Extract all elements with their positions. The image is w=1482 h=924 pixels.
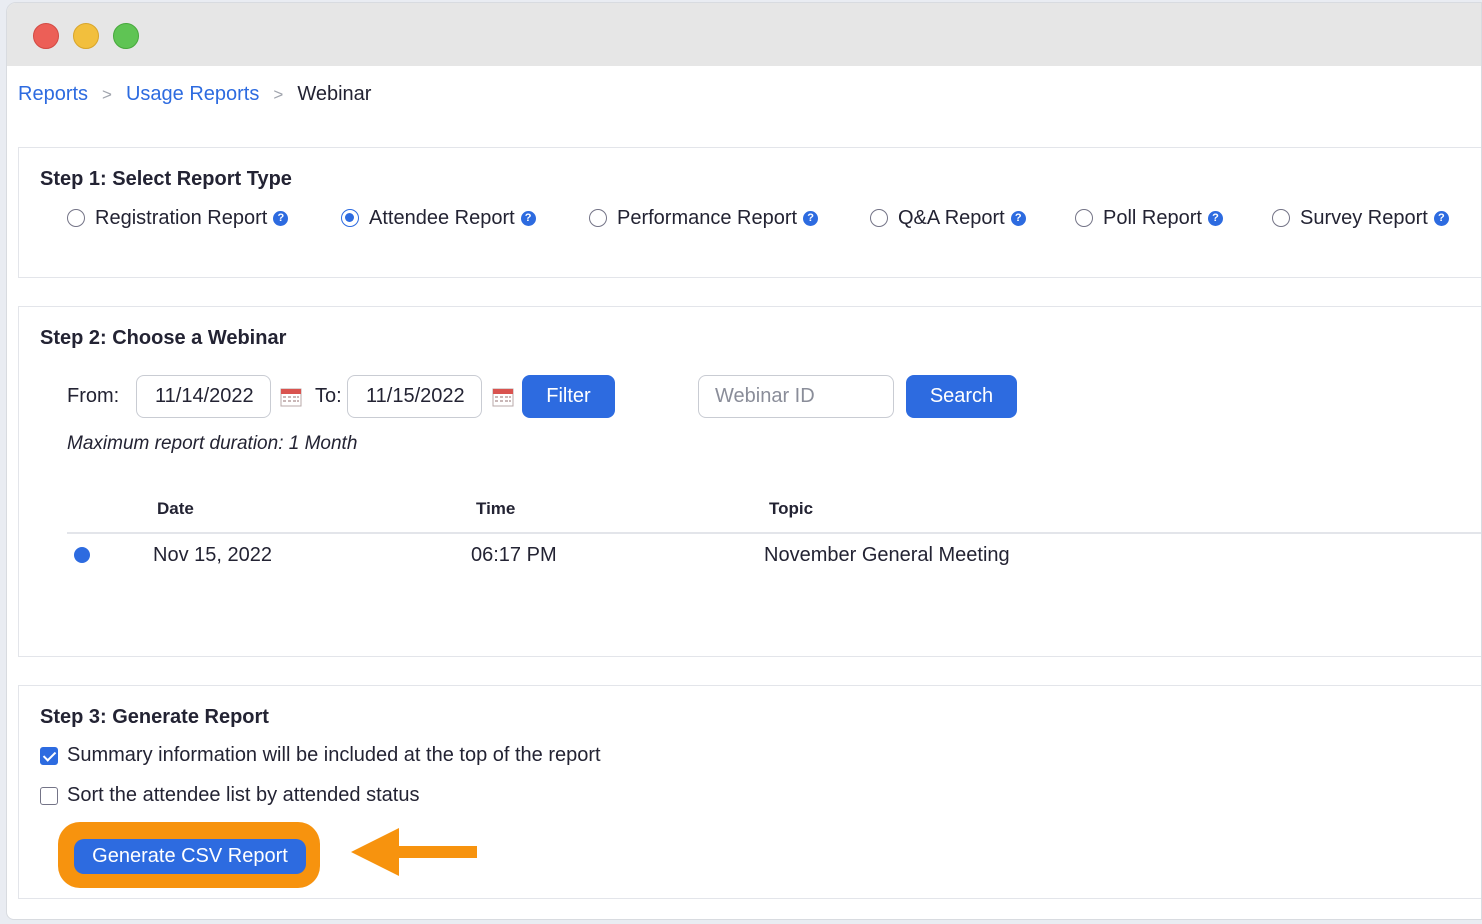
report-type-performance[interactable]: Performance Report ? bbox=[589, 206, 819, 230]
row-time: 06:17 PM bbox=[471, 544, 557, 566]
breadcrumb-current: Webinar bbox=[297, 83, 372, 105]
breadcrumb-usage-reports[interactable]: Usage Reports bbox=[126, 83, 259, 106]
arrow-left-icon bbox=[351, 828, 477, 876]
column-header-topic: Topic bbox=[769, 499, 814, 518]
step1-panel: Step 1: Select Report Type Registration … bbox=[18, 147, 1481, 278]
report-type-registration[interactable]: Registration Report ? bbox=[67, 206, 289, 230]
calendar-icon[interactable] bbox=[492, 387, 514, 407]
to-label: To: bbox=[315, 385, 342, 407]
radio-label: Poll Report bbox=[1103, 206, 1202, 229]
minimize-window-button[interactable] bbox=[73, 23, 99, 49]
column-header-date: Date bbox=[157, 499, 194, 518]
radio-attendee[interactable] bbox=[341, 209, 359, 227]
breadcrumb-reports[interactable]: Reports bbox=[18, 83, 88, 106]
report-type-qa[interactable]: Q&A Report ? bbox=[870, 207, 1026, 230]
help-icon[interactable]: ? bbox=[273, 210, 289, 226]
webinar-id-input[interactable] bbox=[698, 375, 894, 418]
app-window: Reports > Usage Reports > Webinar Step 1… bbox=[6, 2, 1482, 920]
close-window-button[interactable] bbox=[33, 23, 59, 49]
radio-label: Attendee Report bbox=[369, 206, 515, 229]
radio-performance[interactable] bbox=[589, 209, 607, 227]
report-type-attendee[interactable]: Attendee Report ? bbox=[341, 207, 536, 230]
summary-info-checkbox[interactable] bbox=[40, 746, 58, 765]
breadcrumb-separator: > bbox=[102, 84, 112, 104]
help-icon[interactable]: ? bbox=[520, 210, 536, 226]
checkbox-label: Sort the attendee list by attended statu… bbox=[67, 784, 420, 806]
row-selected-radio[interactable] bbox=[74, 547, 90, 563]
calendar-icon[interactable] bbox=[280, 387, 302, 407]
column-header-time: Time bbox=[476, 499, 516, 518]
help-icon[interactable]: ? bbox=[1010, 210, 1026, 226]
filter-button[interactable]: Filter bbox=[522, 375, 615, 418]
radio-label: Performance Report bbox=[617, 206, 798, 229]
row-topic: November General Meeting bbox=[764, 544, 1010, 566]
table-header-divider bbox=[67, 532, 1481, 534]
radio-survey[interactable] bbox=[1272, 209, 1290, 227]
sort-attendee-option[interactable]: Sort the attendee list by attended statu… bbox=[40, 784, 419, 807]
maximize-window-button[interactable] bbox=[113, 23, 139, 49]
generate-csv-report-button[interactable]: Generate CSV Report bbox=[74, 839, 306, 874]
step2-panel: Step 2: Choose a Webinar From: 11/14/202… bbox=[18, 306, 1481, 657]
summary-info-option[interactable]: Summary information will be included at … bbox=[40, 744, 601, 767]
help-icon[interactable]: ? bbox=[1433, 210, 1449, 226]
radio-registration[interactable] bbox=[67, 209, 85, 227]
checkbox-label: Summary information will be included at … bbox=[67, 744, 601, 766]
search-button[interactable]: Search bbox=[906, 375, 1017, 418]
from-label: From: bbox=[67, 385, 120, 407]
row-date: Nov 15, 2022 bbox=[153, 544, 272, 566]
max-duration-note: Maximum report duration: 1 Month bbox=[67, 433, 358, 454]
step1-title: Step 1: Select Report Type bbox=[40, 168, 292, 190]
radio-qa[interactable] bbox=[870, 209, 888, 227]
radio-poll[interactable] bbox=[1075, 209, 1093, 227]
step3-title: Step 3: Generate Report bbox=[40, 706, 269, 728]
to-date-input[interactable]: 11/15/2022 bbox=[347, 375, 482, 418]
report-type-poll[interactable]: Poll Report ? bbox=[1075, 207, 1223, 230]
from-date-input[interactable]: 11/14/2022 bbox=[136, 375, 271, 418]
breadcrumb-separator: > bbox=[273, 84, 284, 104]
breadcrumb: Reports > Usage Reports > Webinar bbox=[18, 83, 371, 106]
help-icon[interactable]: ? bbox=[1207, 210, 1223, 226]
radio-label: Registration Report bbox=[95, 206, 268, 229]
report-type-survey[interactable]: Survey Report ? bbox=[1272, 207, 1449, 230]
radio-label: Survey Report bbox=[1300, 206, 1428, 229]
help-icon[interactable]: ? bbox=[803, 210, 819, 226]
step2-title: Step 2: Choose a Webinar bbox=[40, 327, 287, 349]
sort-attendee-checkbox[interactable] bbox=[40, 786, 58, 805]
step3-panel: Step 3: Generate Report Summary informat… bbox=[18, 685, 1481, 899]
radio-label: Q&A Report bbox=[898, 206, 1005, 229]
title-bar bbox=[7, 3, 1481, 66]
